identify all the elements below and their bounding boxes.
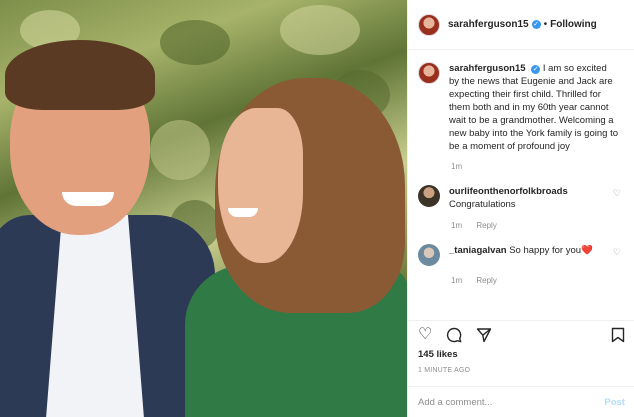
caption-avatar[interactable] (418, 62, 440, 84)
caption: sarahferguson15 ✓ I am so excited by the… (418, 62, 625, 153)
author-username[interactable]: sarahferguson15 (448, 19, 529, 30)
comment-age: 1m (451, 276, 463, 285)
commenter-username[interactable]: _taniagalvan (449, 245, 507, 256)
post-photo (0, 0, 407, 417)
heart-emoji: ❤️ (581, 245, 593, 256)
caption-text: sarahferguson15 ✓ I am so excited by the… (449, 62, 619, 153)
comment-text: _taniagalvan So happy for you❤️ (449, 244, 599, 257)
reply-link[interactable]: Reply (476, 221, 496, 230)
author-avatar[interactable] (418, 13, 440, 36)
man-smile (62, 192, 114, 206)
post-header: sarahferguson15 ✓ • Following (408, 0, 634, 50)
following-button[interactable]: Following (550, 19, 597, 30)
caption-age: 1m (451, 162, 463, 171)
reply-link[interactable]: Reply (476, 276, 496, 285)
commenter-avatar[interactable] (418, 244, 440, 266)
hedge-leaf (160, 20, 230, 65)
comment-meta: 1m Reply (451, 276, 625, 285)
post-sidebar: sarahferguson15 ✓ • Following sarahfergu… (407, 0, 634, 417)
caption-body: I am so excited by the news that Eugenie… (449, 63, 618, 152)
hedge-leaf (280, 5, 360, 55)
comment-text: ourlifeonthenorfolkbroads Congratulation… (449, 185, 599, 211)
add-comment-bar: Add a comment... Post (408, 386, 634, 417)
comment-item: _taniagalvan So happy for you❤️ ♡ (418, 244, 625, 266)
comment-input[interactable]: Add a comment... (418, 397, 604, 408)
hedge-leaf (150, 120, 210, 180)
man-hair (5, 40, 155, 110)
comment-body: Congratulations (449, 199, 516, 210)
action-bar: ♡ (408, 320, 634, 348)
comment-meta: 1m Reply (451, 221, 625, 230)
heart-icon[interactable]: ♡ (418, 327, 432, 348)
post-button[interactable]: Post (604, 397, 625, 408)
commenter-username[interactable]: ourlifeonthenorfolkbroads (449, 186, 568, 197)
commenter-avatar[interactable] (418, 185, 440, 207)
comment-like-icon[interactable]: ♡ (613, 188, 621, 199)
woman-smile (228, 208, 258, 217)
caption-username[interactable]: sarahferguson15 (449, 63, 526, 74)
comment-item: ourlifeonthenorfolkbroads Congratulation… (418, 185, 625, 211)
likes-count[interactable]: 145 likes (418, 349, 458, 360)
comment-like-icon[interactable]: ♡ (613, 247, 621, 258)
separator-dot: • (543, 19, 548, 30)
comments-list: sarahferguson15 ✓ I am so excited by the… (408, 50, 634, 318)
verified-badge-icon: ✓ (531, 20, 541, 29)
woman-face (218, 108, 303, 263)
comment-age: 1m (451, 221, 463, 230)
comment-icon[interactable] (446, 327, 462, 348)
verified-badge-icon: ✓ (531, 65, 541, 74)
post-timestamp: 1 MINUTE AGO (418, 367, 471, 374)
comment-body: So happy for you (509, 245, 582, 256)
bookmark-icon[interactable] (611, 327, 625, 348)
share-icon[interactable] (476, 327, 492, 348)
